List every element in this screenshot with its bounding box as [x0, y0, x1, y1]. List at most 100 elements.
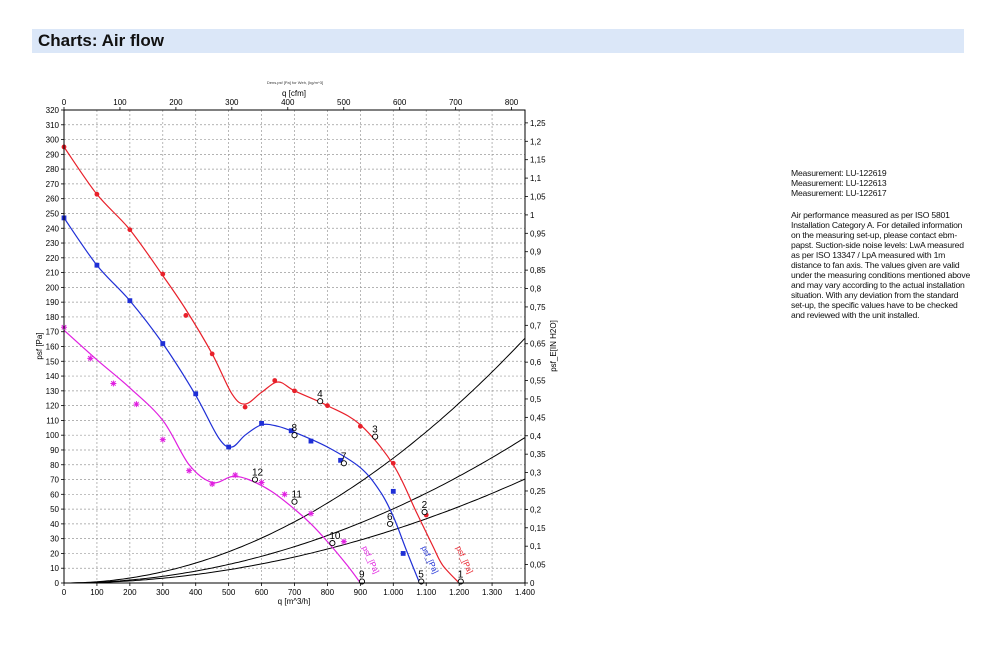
- y-tick-label: 20: [50, 549, 59, 558]
- y-tick-label: 280: [46, 165, 60, 174]
- x-tick-label: 400: [189, 588, 203, 597]
- y2-axis-label: psf_E[IN H2O]: [549, 320, 558, 372]
- x-tick-label: 300: [156, 588, 170, 597]
- y2-tick-label: 0,1: [530, 542, 542, 551]
- y2-tick-label: 0,8: [530, 285, 542, 294]
- data-point-magenta: [258, 479, 265, 486]
- series-line-red: [63, 146, 460, 584]
- operating-point-label: 3: [372, 425, 378, 436]
- y-tick-label: 320: [46, 106, 60, 115]
- data-point-red: [127, 227, 133, 233]
- y2-tick-label: 0,55: [530, 377, 546, 386]
- y-tick-label: 10: [50, 564, 59, 573]
- y-tick-label: 260: [46, 195, 60, 204]
- data-point-red: [325, 403, 330, 409]
- x2-tick-label: 800: [505, 98, 519, 107]
- series-markers: psf_[Pa] psf_[Pa] psf_[Pa]: [61, 144, 475, 575]
- x2-tick-label: 700: [449, 98, 463, 107]
- y-tick-label: 250: [46, 209, 60, 218]
- y-tick-label: 0: [55, 579, 60, 588]
- operating-point-label: 9: [359, 570, 365, 581]
- operating-point-label: 5: [418, 570, 424, 581]
- y-tick-label: 240: [46, 224, 60, 233]
- operating-point-label: 10: [329, 531, 341, 542]
- y2-tick-label: 0,5: [530, 395, 542, 404]
- y-tick-label: 230: [46, 239, 60, 248]
- y2-tick-label: 0,15: [530, 524, 546, 533]
- y2-tick-label: 0,4: [530, 432, 542, 441]
- data-point-magenta: [232, 472, 239, 479]
- x2-tick-label: 400: [281, 98, 295, 107]
- data-point-red: [209, 351, 215, 357]
- x-tick-label: 1.100: [416, 588, 437, 597]
- data-point-blue: [193, 391, 199, 397]
- y-tick-label: 220: [46, 254, 60, 263]
- x-tick-label: 700: [288, 588, 302, 597]
- y-tick-label: 190: [46, 298, 60, 307]
- y2-tick-label: 0,95: [530, 229, 546, 238]
- y2-tick-label: 0,3: [530, 469, 542, 478]
- y-tick-label: 100: [46, 431, 60, 440]
- y-tick-label: 140: [46, 372, 60, 381]
- series-curves: [63, 146, 460, 584]
- data-point-red: [183, 313, 189, 318]
- y-tick-label: 120: [46, 402, 60, 411]
- operating-point-label: 2: [422, 500, 428, 511]
- data-point-magenta: [340, 538, 347, 545]
- y-tick-label: 60: [50, 490, 59, 499]
- data-point-blue: [226, 444, 232, 450]
- data-point-blue: [400, 551, 406, 556]
- x2-tick-label: 600: [393, 98, 407, 107]
- y-tick-label: 90: [50, 446, 59, 455]
- y2-tick-label: 1,1: [530, 174, 542, 183]
- y2-tick-label: 0,45: [530, 413, 546, 422]
- y-tick-label: 150: [46, 357, 60, 366]
- series-line-magenta: [63, 329, 361, 584]
- measurement-line: Measurement: LU-122617: [791, 188, 887, 198]
- y2-tick-label: 0,65: [530, 340, 546, 349]
- y2-tick-label: 0,75: [530, 303, 546, 312]
- x2-tick-label: 0: [62, 98, 67, 107]
- y2-tick-label: 0: [530, 579, 535, 588]
- data-point-magenta: [186, 467, 193, 474]
- x-tick-label: 200: [123, 588, 137, 597]
- y2-tick-label: 0,2: [530, 505, 542, 514]
- x-tick-label: 100: [90, 588, 104, 597]
- measurement-notes: Measurement: LU-122619 Measurement: LU-1…: [791, 168, 971, 320]
- data-point-magenta: [159, 436, 166, 443]
- x-tick-label: 1.200: [449, 588, 470, 597]
- data-point-red: [292, 388, 297, 394]
- data-point-red: [242, 404, 248, 410]
- x2-tick-label: 500: [337, 98, 351, 107]
- y-tick-label: 30: [50, 535, 59, 544]
- measurement-line: Measurement: LU-122613: [791, 178, 887, 188]
- y-tick-label: 160: [46, 343, 60, 352]
- y-tick-label: 180: [46, 313, 60, 322]
- x-tick-label: 1.000: [383, 588, 404, 597]
- data-point-magenta: [307, 510, 314, 517]
- x-tick-label: 1.400: [515, 588, 536, 597]
- y-tick-label: 130: [46, 387, 60, 396]
- chart-title: Dens.psf [Pa] for Weh, [kg/m^3]: [267, 80, 323, 85]
- x-tick-label: 800: [321, 588, 335, 597]
- y-tick-label: 80: [50, 461, 59, 470]
- y2-tick-label: 1,25: [530, 119, 546, 128]
- air-flow-chart: psf_[Pa] psf_[Pa] psf_[Pa] 123456789101112…: [35, 80, 558, 606]
- operating-point-label: 6: [387, 512, 393, 523]
- data-point-red: [272, 378, 278, 383]
- x-tick-label: 0: [62, 588, 67, 597]
- data-point-blue: [160, 341, 166, 346]
- y2-tick-label: 0,7: [530, 321, 542, 330]
- x2-tick-label: 200: [169, 98, 183, 107]
- y-tick-label: 40: [50, 520, 59, 529]
- y2-tick-label: 0,05: [530, 561, 546, 570]
- y2-tick-label: 1: [530, 211, 535, 220]
- y2-tick-label: 1,15: [530, 156, 546, 165]
- y-tick-label: 210: [46, 269, 60, 278]
- y-tick-label: 310: [46, 121, 60, 130]
- y-tick-label: 290: [46, 150, 60, 159]
- data-point-red: [357, 423, 363, 429]
- data-point-magenta: [209, 480, 216, 487]
- data-point-red: [390, 460, 396, 466]
- measurement-line: Measurement: LU-122619: [791, 168, 887, 178]
